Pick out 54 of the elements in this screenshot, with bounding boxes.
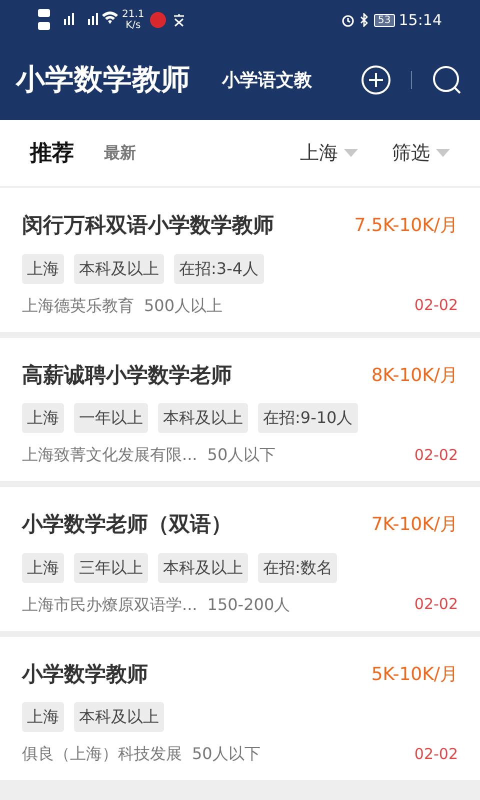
post-date: 02-02 bbox=[414, 444, 458, 466]
job-tag: 在招:数名 bbox=[258, 552, 338, 582]
page-title: 小学数学教师 bbox=[16, 61, 190, 98]
job-tag: 在招:3-4人 bbox=[174, 254, 264, 284]
salary: 7K-10K/月 bbox=[371, 513, 458, 538]
job-tag: 上海 bbox=[22, 254, 64, 284]
job-tag: 上海 bbox=[22, 552, 64, 582]
clock: 15:14 bbox=[398, 10, 442, 31]
job-card[interactable]: 闵行万科双语小学数学教师 7.5K-10K/月 上海 本科及以上 在招:3-4人 上海德英乐教育 500人以上 02-02 bbox=[0, 188, 480, 332]
alarm-icon bbox=[341, 13, 356, 27]
job-tag: 上海 bbox=[22, 403, 64, 433]
network-speed-unit: K/s bbox=[126, 20, 141, 31]
search-icon[interactable] bbox=[432, 65, 462, 95]
company-name: 上海致菁文化发展有限... bbox=[22, 444, 198, 466]
job-tag: 在招:9-10人 bbox=[258, 403, 358, 433]
job-tag: 上海 bbox=[22, 702, 64, 732]
company-size: 500人以上 bbox=[144, 294, 223, 316]
job-tag: 本科及以上 bbox=[74, 702, 164, 732]
company-name: 上海市民办燎原双语学... bbox=[22, 594, 198, 616]
salary: 8K-10K/月 bbox=[371, 364, 458, 388]
job-tag: 本科及以上 bbox=[158, 552, 248, 582]
app-badge-icon bbox=[150, 12, 166, 28]
job-title: 闵行万科双语小学数学教师 bbox=[22, 212, 274, 239]
dropdown-caret-icon bbox=[344, 149, 358, 157]
post-date: 02-02 bbox=[414, 594, 458, 616]
company-size: 50人以下 bbox=[192, 743, 260, 765]
filter-dropdown[interactable]: 上海 bbox=[300, 138, 358, 168]
company-size: 150-200人 bbox=[207, 594, 290, 616]
job-title: 高薪诚聘小学数学老师 bbox=[22, 362, 232, 388]
job-title: 小学数学教师 bbox=[22, 660, 148, 688]
salary: 7.5K-10K/月 bbox=[354, 214, 458, 238]
add-icon[interactable] bbox=[361, 65, 391, 95]
bluetooth-icon bbox=[359, 13, 370, 27]
related-job-link[interactable]: 小学语文教 bbox=[222, 66, 312, 94]
job-tag: 三年以上 bbox=[74, 552, 148, 582]
battery-indicator: 53 bbox=[374, 14, 395, 26]
network-speed: 21.1 bbox=[122, 9, 144, 20]
tab[interactable]: 最新 bbox=[104, 141, 136, 165]
post-date: 02-02 bbox=[414, 744, 458, 765]
dropdown-caret-icon bbox=[436, 149, 450, 157]
company-name: 上海德英乐教育 bbox=[22, 294, 134, 316]
filter-dropdown[interactable]: 筛选 bbox=[392, 138, 450, 168]
job-card[interactable]: 高薪诚聘小学数学老师 8K-10K/月 上海 一年以上 本科及以上 在招:9-10人 上海致菁文化发展有限... 50人以下 02-02 bbox=[0, 338, 480, 481]
job-tag: 本科及以上 bbox=[74, 254, 164, 284]
job-title: 小学数学老师（双语） bbox=[22, 511, 232, 538]
job-tag: 一年以上 bbox=[74, 403, 148, 433]
job-card[interactable]: 小学数学老师（双语） 7K-10K/月 上海 三年以上 本科及以上 在招:数名 上海市民办燎原双语学... 150-200人 02-02 bbox=[0, 487, 480, 630]
job-card[interactable]: 小学数学教师 5K-10K/月 上海 本科及以上 俱良（上海）科技发展 50人以下 02-02 bbox=[0, 636, 480, 780]
company-name: 俱良（上海）科技发展 bbox=[22, 743, 182, 765]
tab[interactable]: 推荐 bbox=[30, 136, 74, 170]
company-size: 50人以下 bbox=[207, 444, 276, 466]
salary: 5K-10K/月 bbox=[371, 662, 458, 687]
job-tag: 本科及以上 bbox=[158, 403, 248, 433]
post-date: 02-02 bbox=[414, 295, 458, 316]
